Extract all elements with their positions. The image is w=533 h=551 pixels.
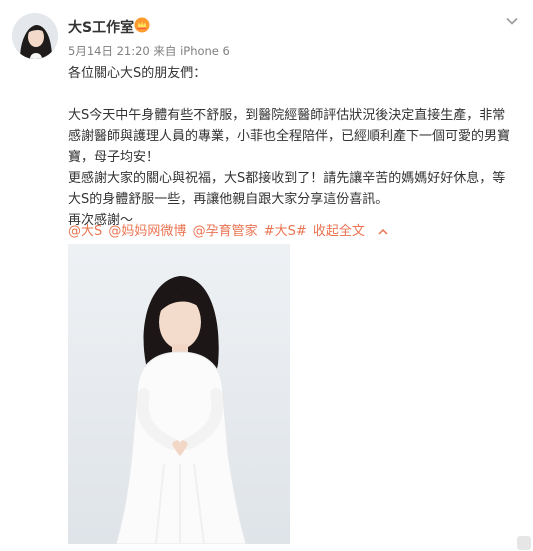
- content-line: 更感謝大家的關心與祝福，大S都接收到了！請先讓辛苦的媽媽好好休息，等: [68, 171, 506, 186]
- post-meta: 5月14日 21:20 来自 iPhone 6: [68, 43, 230, 59]
- vip-crown-icon: [134, 17, 150, 33]
- username[interactable]: 大S工作室: [68, 17, 134, 37]
- mention-link[interactable]: @妈妈网微博: [108, 224, 186, 239]
- content-line: 大S的身體舒服一些，再讓他親自跟大家分享這份喜訊。: [68, 192, 389, 207]
- content-line-blank: [68, 84, 518, 105]
- post-photo[interactable]: [68, 244, 290, 544]
- weibo-post: 大S工作室 5月14日 21:20 来自 iPhone 6 各位關心大S的朋友們…: [0, 0, 533, 551]
- collapse-button[interactable]: 收起全文: [313, 224, 365, 239]
- chevron-down-icon[interactable]: [503, 12, 521, 30]
- content-line: 寶，母子均安！: [68, 150, 160, 165]
- post-content: 各位關心大S的朋友們： 大S今天中午身體有些不舒服，到醫院經醫師評估狀況後決定直…: [68, 63, 518, 231]
- avatar-image: [12, 13, 58, 59]
- content-line: 各位關心大S的朋友們：: [68, 66, 207, 81]
- avatar[interactable]: [12, 13, 58, 59]
- chevron-up-icon[interactable]: [377, 227, 389, 237]
- mention-link[interactable]: @孕育管家: [193, 224, 258, 239]
- tag-row: @大S @妈妈网微博 @孕育管家 #大S# 收起全文: [68, 220, 389, 239]
- content-line: 感謝醫師與護理人員的專業，小菲也全程陪伴，已經順利產下一個可愛的男寶: [68, 129, 511, 144]
- source-prefix: 来自: [153, 44, 177, 58]
- mention-link[interactable]: @大S: [68, 224, 102, 239]
- scroll-up-button[interactable]: [517, 536, 531, 550]
- hashtag-link[interactable]: #大S#: [264, 224, 307, 239]
- content-line: 大S今天中午身體有些不舒服，到醫院經醫師評估狀況後決定直接生產，非常: [68, 108, 506, 123]
- photo-image: [68, 244, 290, 544]
- source-device: iPhone 6: [180, 44, 230, 58]
- post-date[interactable]: 5月14日 21:20: [68, 44, 150, 58]
